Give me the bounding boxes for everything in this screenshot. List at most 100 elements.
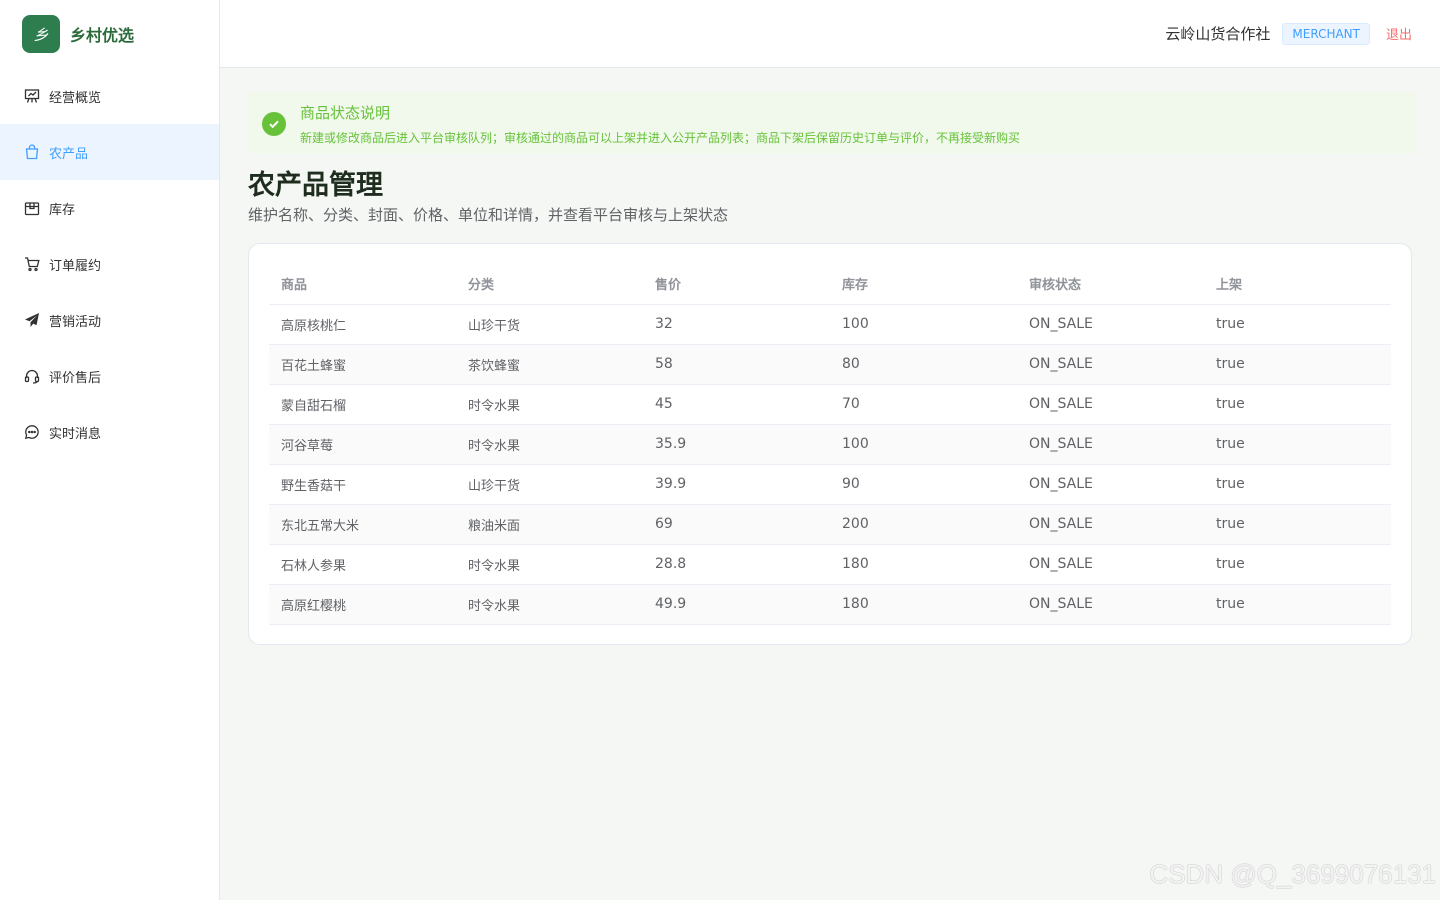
sidebar-item-label: 订单履约 xyxy=(49,258,102,274)
headset-icon xyxy=(24,369,40,384)
price-cell: 45 xyxy=(643,384,830,425)
logout-link[interactable]: 退出 xyxy=(1386,24,1412,43)
category-cell: 粮油米面 xyxy=(456,504,643,545)
product-cell: 百花土蜂蜜 xyxy=(269,344,456,385)
table-row[interactable]: 野生香菇干 山珍干货 39.9 90 ON_SALE true xyxy=(269,464,1391,505)
products-table: 商品 分类 售价 库存 审核状态 上架 高原核桃仁 山珍干货 32 100 ON_SAL… xyxy=(269,264,1391,625)
on-shelf-cell: true xyxy=(1204,304,1391,345)
chart-board-icon xyxy=(24,89,40,103)
product-cell: 高原核桃仁 xyxy=(269,304,456,345)
watermark: CSDN @Q_3699076131 xyxy=(1149,859,1436,889)
on-shelf-cell: true xyxy=(1204,344,1391,385)
category-cell: 山珍干货 xyxy=(456,304,643,345)
sidebar-item-orders[interactable]: 订单履约 xyxy=(0,236,219,292)
table-row[interactable]: 高原红樱桃 时令水果 49.9 180 ON_SALE true xyxy=(269,584,1391,625)
stock-cell: 100 xyxy=(830,424,1017,465)
column-header-price: 售价 xyxy=(643,264,830,305)
sidebar-menu: 经营概览 农产品 库存 订单履约 营销活动 评价售后 实时消息 xyxy=(0,68,219,460)
category-cell: 山珍干货 xyxy=(456,464,643,505)
category-cell: 茶饮蜂蜜 xyxy=(456,344,643,385)
table-row[interactable]: 蒙自甜石榴 时令水果 45 70 ON_SALE true xyxy=(269,384,1391,425)
price-cell: 28.8 xyxy=(643,544,830,585)
stock-cell: 200 xyxy=(830,504,1017,545)
brand-logo-icon: 乡 xyxy=(22,15,60,53)
audit-status-cell: ON_SALE xyxy=(1017,504,1204,545)
audit-status-cell: ON_SALE xyxy=(1017,304,1204,345)
shopping-bag-icon xyxy=(25,144,39,160)
sidebar: 乡 乡村优选 经营概览 农产品 库存 订单履约 营销活动 评价售后 实时消息 xyxy=(0,0,220,900)
stock-cell: 180 xyxy=(830,544,1017,585)
column-header-audit-status: 审核状态 xyxy=(1017,264,1204,305)
price-cell: 35.9 xyxy=(643,424,830,465)
audit-status-cell: ON_SALE xyxy=(1017,424,1204,465)
sidebar-item-messages[interactable]: 实时消息 xyxy=(0,404,219,460)
products-card: 商品 分类 售价 库存 审核状态 上架 高原核桃仁 山珍干货 32 100 ON_SAL… xyxy=(248,243,1412,645)
sidebar-item-overview[interactable]: 经营概览 xyxy=(0,68,219,124)
brand[interactable]: 乡 乡村优选 xyxy=(0,0,219,68)
page-title: 农产品管理 xyxy=(248,170,383,201)
product-cell: 石林人参果 xyxy=(269,544,456,585)
sidebar-item-label: 实时消息 xyxy=(49,426,102,442)
price-cell: 49.9 xyxy=(643,584,830,625)
cart-icon xyxy=(25,257,40,272)
top-header: 云岭山货合作社 MERCHANT 退出 xyxy=(220,0,1440,68)
audit-status-cell: ON_SALE xyxy=(1017,544,1204,585)
sidebar-item-inventory[interactable]: 库存 xyxy=(0,180,219,236)
role-badge: MERCHANT xyxy=(1282,22,1370,45)
alert-title: 商品状态说明 xyxy=(300,103,391,122)
table-header-row: 商品 分类 售价 库存 审核状态 上架 xyxy=(269,264,1391,305)
check-circle-icon xyxy=(262,111,286,136)
chat-bubble-icon xyxy=(24,425,39,440)
column-header-category: 分类 xyxy=(456,264,643,305)
sidebar-item-label: 营销活动 xyxy=(49,314,102,330)
category-cell: 时令水果 xyxy=(456,384,643,425)
stock-cell: 90 xyxy=(830,464,1017,505)
shop-name: 云岭山货合作社 xyxy=(1165,25,1271,43)
table-row[interactable]: 东北五常大米 粮油米面 69 200 ON_SALE true xyxy=(269,504,1391,545)
table-row[interactable]: 百花土蜂蜜 茶饮蜂蜜 58 80 ON_SALE true xyxy=(269,344,1391,385)
stock-cell: 100 xyxy=(830,304,1017,345)
table-row[interactable]: 石林人参果 时令水果 28.8 180 ON_SALE true xyxy=(269,544,1391,585)
page-subtitle: 维护名称、分类、封面、价格、单位和详情，并查看平台审核与上架状态 xyxy=(248,206,729,224)
price-cell: 32 xyxy=(643,304,830,345)
sidebar-item-label: 评价售后 xyxy=(49,370,102,386)
paper-plane-icon xyxy=(25,313,39,327)
product-cell: 野生香菇干 xyxy=(269,464,456,505)
sidebar-item-marketing[interactable]: 营销活动 xyxy=(0,292,219,348)
status-alert: 商品状态说明 新建或修改商品后进入平台审核队列；审核通过的商品可以上架并进入公开… xyxy=(248,93,1416,154)
sidebar-item-label: 农产品 xyxy=(49,146,89,162)
table-row[interactable]: 河谷草莓 时令水果 35.9 100 ON_SALE true xyxy=(269,424,1391,465)
product-cell: 高原红樱桃 xyxy=(269,584,456,625)
sidebar-item-label: 经营概览 xyxy=(49,90,102,106)
category-cell: 时令水果 xyxy=(456,424,643,465)
price-cell: 58 xyxy=(643,344,830,385)
table-row[interactable]: 高原核桃仁 山珍干货 32 100 ON_SALE true xyxy=(269,304,1391,345)
on-shelf-cell: true xyxy=(1204,504,1391,545)
box-icon xyxy=(24,202,40,216)
stock-cell: 70 xyxy=(830,384,1017,425)
sidebar-item-label: 库存 xyxy=(49,202,76,218)
on-shelf-cell: true xyxy=(1204,544,1391,585)
column-header-stock: 库存 xyxy=(830,264,1017,305)
category-cell: 时令水果 xyxy=(456,544,643,585)
category-cell: 时令水果 xyxy=(456,584,643,625)
column-header-product: 商品 xyxy=(269,264,456,305)
product-cell: 东北五常大米 xyxy=(269,504,456,545)
price-cell: 69 xyxy=(643,504,830,545)
price-cell: 39.9 xyxy=(643,464,830,505)
sidebar-item-reviews[interactable]: 评价售后 xyxy=(0,348,219,404)
column-header-on-shelf: 上架 xyxy=(1204,264,1391,305)
stock-cell: 80 xyxy=(830,344,1017,385)
on-shelf-cell: true xyxy=(1204,464,1391,505)
product-cell: 蒙自甜石榴 xyxy=(269,384,456,425)
audit-status-cell: ON_SALE xyxy=(1017,344,1204,385)
alert-description: 新建或修改商品后进入平台审核队列；审核通过的商品可以上架并进入公开产品列表；商品… xyxy=(300,130,1021,145)
audit-status-cell: ON_SALE xyxy=(1017,384,1204,425)
brand-name: 乡村优选 xyxy=(70,26,135,45)
product-cell: 河谷草莓 xyxy=(269,424,456,465)
stock-cell: 180 xyxy=(830,584,1017,625)
sidebar-item-products[interactable]: 农产品 xyxy=(0,124,219,180)
on-shelf-cell: true xyxy=(1204,584,1391,625)
audit-status-cell: ON_SALE xyxy=(1017,464,1204,505)
audit-status-cell: ON_SALE xyxy=(1017,584,1204,625)
